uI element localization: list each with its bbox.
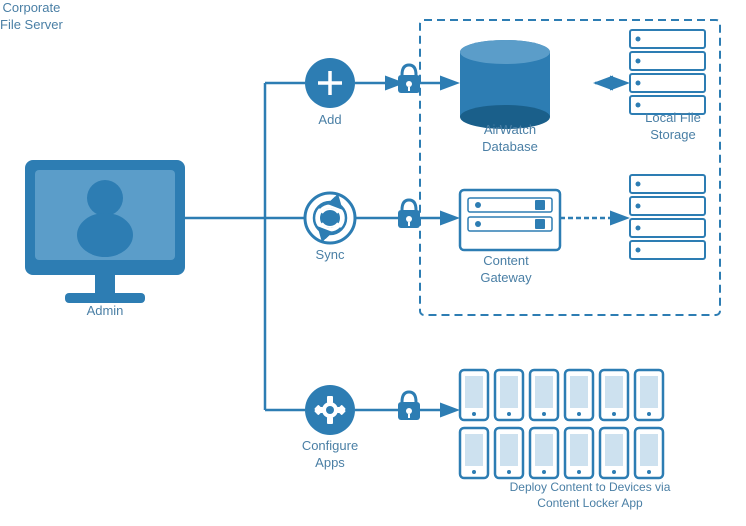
monitor-base [65, 293, 145, 303]
mobile-devices-row1 [460, 370, 663, 420]
diagram-svg [0, 0, 746, 526]
admin-label: Admin [50, 303, 160, 320]
local-file-storage [630, 30, 705, 114]
deploy-content-label: Deploy Content to Devices via Content Lo… [490, 480, 690, 511]
content-gateway [460, 190, 560, 250]
content-gateway-label: Content Gateway [456, 253, 556, 287]
diagram-container: Admin Add Sync Configure Apps AirWatch D… [0, 0, 746, 526]
local-file-storage-label: Local File Storage [628, 110, 718, 144]
mobile-devices-row2 [460, 428, 663, 478]
lock-icon-3 [398, 392, 420, 420]
monitor-stand-neck [95, 275, 115, 295]
lock-icon-1 [398, 65, 420, 93]
add-label: Add [305, 112, 355, 129]
person-head [87, 180, 123, 216]
configure-apps-label: Configure Apps [295, 438, 365, 472]
corporate-file-server-label: CorporateFile Server [0, 0, 63, 34]
person-body [77, 213, 133, 257]
sync-label: Sync [305, 247, 355, 264]
sync-arrow-top [319, 203, 341, 208]
sync-arrow-bottom [319, 228, 341, 233]
airwatch-db-label: AirWatch Database [465, 122, 555, 156]
corporate-file-server [630, 175, 705, 259]
airwatch-database [460, 40, 550, 129]
lock-icon-2 [398, 200, 420, 228]
